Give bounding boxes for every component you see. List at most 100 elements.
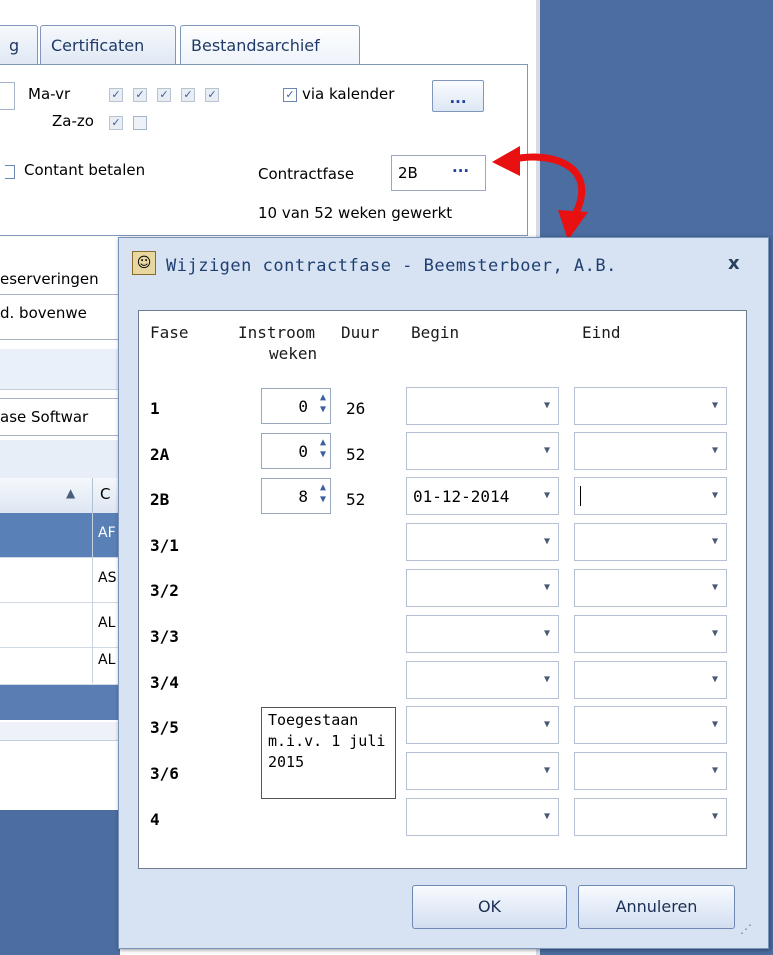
kalender-dots-button[interactable]: ... [432,80,484,112]
begin-date-combo[interactable]: ▼ [406,661,559,699]
contractfase-dots-button[interactable]: ··· [452,162,469,180]
day-checkbox[interactable]: ✓ [109,88,123,102]
eind-date-combo[interactable]: ▼ [574,752,727,790]
table-row[interactable]: AL [0,640,120,685]
dropdown-arrow-icon[interactable]: ▼ [712,582,718,593]
close-icon[interactable]: x [728,253,740,274]
eind-date-combo[interactable]: ▼ [574,661,727,699]
begin-date-combo[interactable]: 01-12-2014 ▼ [406,477,559,515]
begin-date-combo[interactable]: ▼ [406,523,559,561]
note-line: m.i.v. 1 juli [268,732,386,750]
dropdown-arrow-icon[interactable]: ▼ [712,811,718,822]
eind-date-combo[interactable]: ▼ [574,477,727,515]
begin-date-combo[interactable]: ▼ [406,706,559,744]
begin-date-combo[interactable]: ▼ [406,798,559,836]
tab-label: Bestandsarchief [191,36,320,55]
day-checkbox[interactable]: ✓ [205,88,219,102]
begin-date-combo[interactable]: ▼ [406,752,559,790]
day-checkbox[interactable]: ✓ [109,116,123,130]
instroom-value: 0 [298,397,308,416]
eind-date-combo[interactable]: ▼ [574,432,727,470]
eind-date-combo[interactable]: ▼ [574,615,727,653]
col-header-fase: Fase [150,323,189,342]
contractfase-field[interactable]: 2B ··· [391,155,486,191]
contant-betalen-checkbox[interactable] [5,165,15,179]
spin-arrows-icon[interactable]: ▲ ▼ [320,482,326,506]
red-arrow-curve [509,153,586,217]
partial-bar [0,349,120,390]
instroom-spinner[interactable]: 8 ▲ ▼ [261,478,331,514]
tab-certificaten[interactable]: Certificaten [40,25,176,65]
dropdown-arrow-icon[interactable]: ▼ [544,719,550,730]
resize-grip-icon[interactable]: ⋰ [740,922,760,942]
begin-date-combo[interactable]: ▼ [406,387,559,425]
dropdown-arrow-icon[interactable]: ▼ [544,445,550,456]
day-checkbox[interactable]: ✓ [181,88,195,102]
sort-ascending-icon[interactable]: ▲ [66,486,75,500]
instroom-value: 8 [298,487,308,506]
col-header-instroom: Instroom [238,323,316,342]
begin-date-combo[interactable]: ▼ [406,615,559,653]
dropdown-arrow-icon[interactable]: ▼ [712,536,718,547]
dialog-title: Wijzigen contractfase - Beemsterboer, A.… [166,256,617,276]
grid-column-c: C [100,485,111,503]
dropdown-arrow-icon[interactable]: ▼ [544,582,550,593]
col-header-weken: weken [269,344,318,363]
tab-bestandsarchief[interactable]: Bestandsarchief [180,25,360,65]
partial-field[interactable]: d. bovenwe [0,294,120,340]
grid-cell: AL [98,615,116,631]
grid-header[interactable]: ▲ C [0,478,120,514]
annuleren-button[interactable]: Annuleren [578,885,735,929]
instroom-spinner[interactable]: 0 ▲ ▼ [261,388,331,424]
partial-input[interactable] [0,82,15,110]
dropdown-arrow-icon[interactable]: ▼ [544,811,550,822]
dropdown-arrow-icon[interactable]: ▼ [544,536,550,547]
dropdown-arrow-icon[interactable]: ▼ [712,400,718,411]
begin-date-combo[interactable]: ▼ [406,432,559,470]
dropdown-arrow-icon[interactable]: ▼ [544,674,550,685]
dropdown-arrow-icon[interactable]: ▼ [712,719,718,730]
red-arrow-icon [492,146,588,240]
tab-label: Certificaten [51,36,145,55]
dropdown-arrow-icon[interactable]: ▼ [544,628,550,639]
day-checkbox[interactable]: ✓ [157,88,171,102]
spin-arrows-icon[interactable]: ▲ ▼ [320,437,326,461]
day-checkbox[interactable] [133,116,147,130]
dropdown-arrow-icon[interactable]: ▼ [544,490,550,501]
eind-date-combo[interactable]: ▼ [574,569,727,607]
dropdown-arrow-icon[interactable]: ▼ [712,445,718,456]
fase-label: 2A [150,445,170,464]
dropdown-arrow-icon[interactable]: ▼ [544,400,550,411]
begin-date-value: 01-12-2014 [413,487,510,506]
partial-label-reserveringen: eserveringen [0,270,99,288]
dropdown-arrow-icon[interactable]: ▼ [712,674,718,685]
note-line: Toegestaan [268,711,359,729]
eind-date-combo[interactable]: ▼ [574,798,727,836]
tab-partial[interactable]: g [0,25,38,65]
via-kalender-checkbox[interactable]: ✓ [283,88,297,102]
partial-field-2[interactable]: ase Softwar [0,398,120,436]
eind-date-combo[interactable]: ▼ [574,387,727,425]
day-checkbox[interactable]: ✓ [133,88,147,102]
partial-field-text: d. bovenwe [0,304,87,322]
eind-date-combo[interactable]: ▼ [574,523,727,561]
duur-value: 52 [346,490,366,509]
dropdown-arrow-icon[interactable]: ▼ [712,765,718,776]
duur-value: 26 [346,399,366,418]
instroom-spinner[interactable]: 0 ▲ ▼ [261,433,331,469]
dropdown-arrow-icon[interactable]: ▼ [712,490,718,501]
begin-date-combo[interactable]: ▼ [406,569,559,607]
weeks-worked-text: 10 van 52 weken gewerkt [258,204,453,222]
table-row[interactable]: AS [0,558,120,603]
note-line: 2015 [268,753,305,771]
col-header-begin: Begin [411,323,460,342]
eind-date-combo[interactable]: ▼ [574,706,727,744]
app-shell-bottom [0,810,120,955]
table-row-selected[interactable]: AF [0,513,120,558]
spin-arrows-icon[interactable]: ▲ ▼ [320,392,326,416]
fase-label: 3/6 [150,764,179,783]
text-caret [580,486,581,506]
dropdown-arrow-icon[interactable]: ▼ [544,765,550,776]
dropdown-arrow-icon[interactable]: ▼ [712,628,718,639]
ok-button[interactable]: OK [412,885,567,929]
